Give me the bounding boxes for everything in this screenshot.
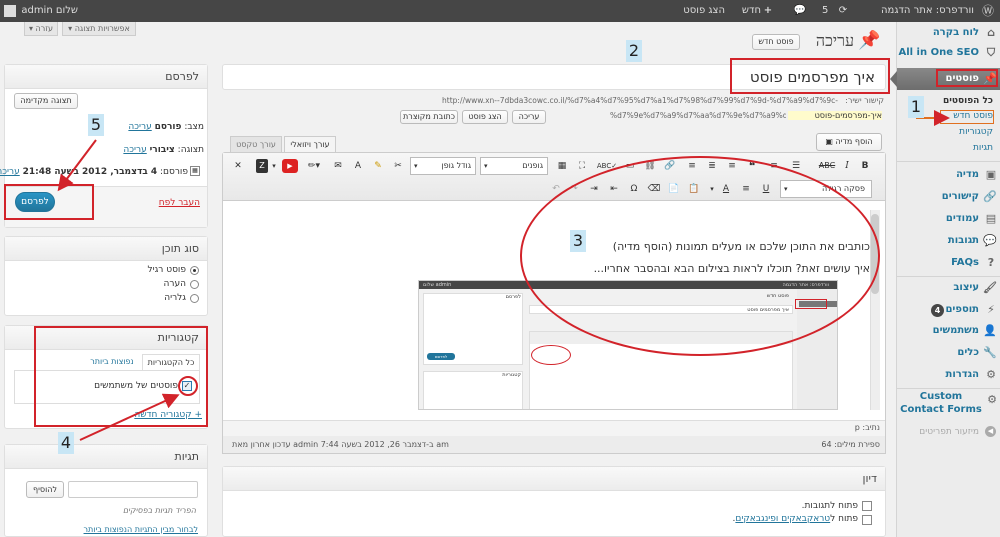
annotation-arrow-5 [57, 139, 97, 192]
annotation-arrows [57, 110, 950, 441]
annotation-number-1: 1 [908, 96, 924, 118]
annotation-number-2: 2 [626, 40, 642, 62]
annotation-number-4: 4 [58, 432, 74, 454]
annotation-arrow-4 [79, 393, 180, 441]
annotation-number-5: 5 [88, 114, 104, 136]
annotation-number-3: 3 [570, 230, 586, 252]
